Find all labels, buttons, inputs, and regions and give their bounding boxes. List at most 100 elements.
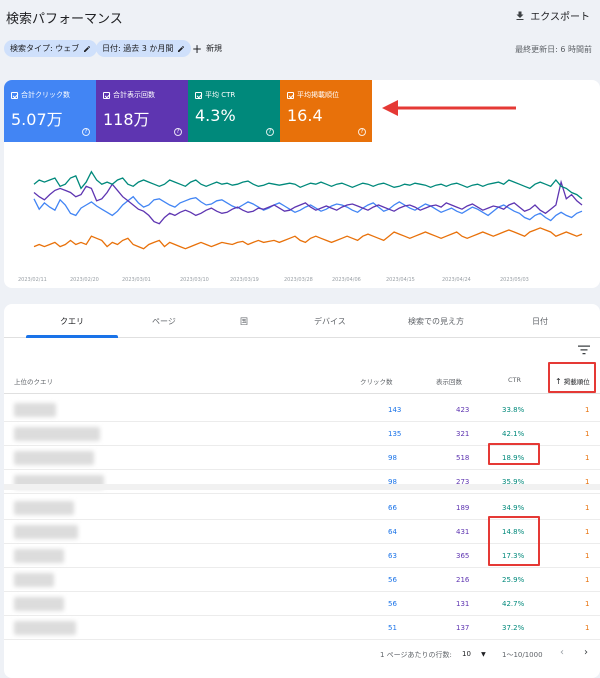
tab-country[interactable]: 国 xyxy=(240,316,248,327)
header-top-queries[interactable]: 上位のクエリ xyxy=(14,376,53,386)
help-icon[interactable]: ? xyxy=(358,128,366,136)
search-type-chip-label: 検索タイプ: ウェブ xyxy=(10,44,80,53)
new-filter-button[interactable]: + 新規 xyxy=(192,40,222,57)
redacted-query-text xyxy=(14,621,76,635)
cell-clicks: 135 xyxy=(388,430,402,438)
filter-rows-icon[interactable] xyxy=(578,345,590,355)
metric-label: 平均 CTR xyxy=(205,91,236,99)
cell-impressions: 131 xyxy=(456,600,470,608)
cell-clicks: 56 xyxy=(388,600,397,608)
cell-position: 1 xyxy=(585,576,590,584)
series-line-1 xyxy=(33,179,583,225)
highlight-ctr-rows6-7 xyxy=(488,516,540,566)
header-impressions[interactable]: 表示回数 xyxy=(436,376,462,386)
cell-clicks: 63 xyxy=(388,552,397,560)
cell-ctr: 37.2% xyxy=(502,624,525,632)
x-tick-label: 2023/03/01 xyxy=(122,277,151,283)
x-tick-label: 2023/04/24 xyxy=(442,277,471,283)
rows-per-page-select[interactable]: 10 ▼ xyxy=(462,650,486,658)
metric-total-impressions[interactable]: 合計表示回数 118万 ? xyxy=(96,80,188,142)
next-page-icon[interactable]: › xyxy=(584,647,588,658)
cell-position: 1 xyxy=(585,504,590,512)
header-ctr[interactable]: CTR xyxy=(508,376,521,384)
redacted-query-text xyxy=(14,403,56,417)
metric-label: 合計表示回数 xyxy=(113,91,155,99)
x-tick-label: 2023/04/15 xyxy=(386,277,415,283)
cell-position: 1 xyxy=(585,552,590,560)
help-icon[interactable]: ? xyxy=(266,128,274,136)
x-tick-label: 2023/03/10 xyxy=(180,277,209,283)
cell-impressions: 189 xyxy=(456,504,470,512)
table-row[interactable]: 56 216 25.9% 1 xyxy=(4,568,600,592)
series-line-0 xyxy=(33,195,583,222)
metric-value: 118万 xyxy=(103,110,150,129)
table-row[interactable]: 51 137 37.2% 1 xyxy=(4,616,600,640)
metric-value: 16.4 xyxy=(287,106,323,125)
cell-position: 1 xyxy=(585,406,590,414)
plus-icon: + xyxy=(192,41,203,56)
x-tick-label: 2023/02/20 xyxy=(70,277,99,283)
cell-impressions: 431 xyxy=(456,528,470,536)
tab-date[interactable]: 日付 xyxy=(532,316,548,327)
x-tick-label: 2023/03/19 xyxy=(230,277,259,283)
cell-position: 1 xyxy=(585,528,590,536)
redacted-query-text xyxy=(14,549,64,563)
metric-average-ctr[interactable]: 平均 CTR 4.3% ? xyxy=(188,80,280,142)
x-tick-label: 2023/04/06 xyxy=(332,277,361,283)
cell-ctr: 42.7% xyxy=(502,600,525,608)
cell-clicks: 143 xyxy=(388,406,402,414)
export-label: エクスポート xyxy=(530,12,590,23)
redacted-query-text xyxy=(14,501,74,515)
help-icon[interactable]: ? xyxy=(82,128,90,136)
tab-page[interactable]: ページ xyxy=(152,316,176,327)
export-button[interactable]: エクスポート xyxy=(514,8,590,23)
table-row[interactable]: 56 131 42.7% 1 xyxy=(4,592,600,616)
previous-page-icon[interactable]: ‹ xyxy=(560,647,564,658)
series-line-2 xyxy=(33,170,583,200)
cell-impressions: 518 xyxy=(456,454,470,462)
series-line-3 xyxy=(33,227,583,250)
top-bar: 検索パフォーマンス エクスポート xyxy=(0,0,600,32)
date-chip[interactable]: 日付: 過去 3 か月間 xyxy=(96,40,192,57)
queries-table-card: クエリ ページ 国 デバイス 検索での見え方 日付 上位のクエリ クリック数 表… xyxy=(4,304,600,678)
active-tab-indicator xyxy=(26,335,118,338)
tab-search-appearance[interactable]: 検索での見え方 xyxy=(408,316,464,327)
redacted-query-text xyxy=(14,427,100,441)
cell-position: 1 xyxy=(585,600,590,608)
tab-query[interactable]: クエリ xyxy=(60,316,84,327)
highlight-ctr-row3 xyxy=(488,443,540,465)
cell-ctr: 33.8% xyxy=(502,406,525,414)
x-tick-label: 2023/05/03 xyxy=(500,277,529,283)
metric-label: 合計クリック数 xyxy=(21,91,70,99)
cell-impressions: 423 xyxy=(456,406,470,414)
page-title: 検索パフォーマンス xyxy=(6,12,123,27)
metric-value: 5.07万 xyxy=(11,110,63,129)
filter-bar: 検索タイプ: ウェブ 日付: 過去 3 か月間 + 新規 最終更新日: 6 時間… xyxy=(4,40,594,58)
checkbox-icon xyxy=(287,91,294,99)
date-chip-label: 日付: 過去 3 か月間 xyxy=(102,44,174,53)
cell-ctr: 25.9% xyxy=(502,576,525,584)
cell-position: 1 xyxy=(585,430,590,438)
checkbox-icon xyxy=(195,91,202,99)
metric-average-position[interactable]: 平均掲載順位 16.4 ? xyxy=(280,80,372,142)
table-row[interactable]: 98 273 35.9% 1 xyxy=(4,470,600,494)
cell-clicks: 64 xyxy=(388,528,397,536)
redacted-query-text xyxy=(14,573,54,587)
metric-total-clicks[interactable]: 合計クリック数 5.07万 ? xyxy=(4,80,96,142)
last-updated: 最終更新日: 6 時間前 xyxy=(515,45,592,54)
x-tick-label: 2023/03/28 xyxy=(284,277,313,283)
cell-ctr: 42.1% xyxy=(502,430,525,438)
cell-impressions: 365 xyxy=(456,552,470,560)
header-clicks[interactable]: クリック数 xyxy=(360,376,393,386)
x-tick-label: 2023/02/11 xyxy=(18,277,47,283)
cell-clicks: 98 xyxy=(388,454,397,462)
highlight-position-header xyxy=(548,362,596,393)
tab-device[interactable]: デバイス xyxy=(314,316,346,327)
search-type-chip[interactable]: 検索タイプ: ウェブ xyxy=(4,40,98,57)
table-row[interactable]: 143 423 33.8% 1 xyxy=(4,398,600,422)
cell-position: 1 xyxy=(585,454,590,462)
download-icon xyxy=(516,11,524,20)
help-icon[interactable]: ? xyxy=(174,128,182,136)
table-divider-band xyxy=(4,484,600,490)
cell-ctr: 34.9% xyxy=(502,504,525,512)
